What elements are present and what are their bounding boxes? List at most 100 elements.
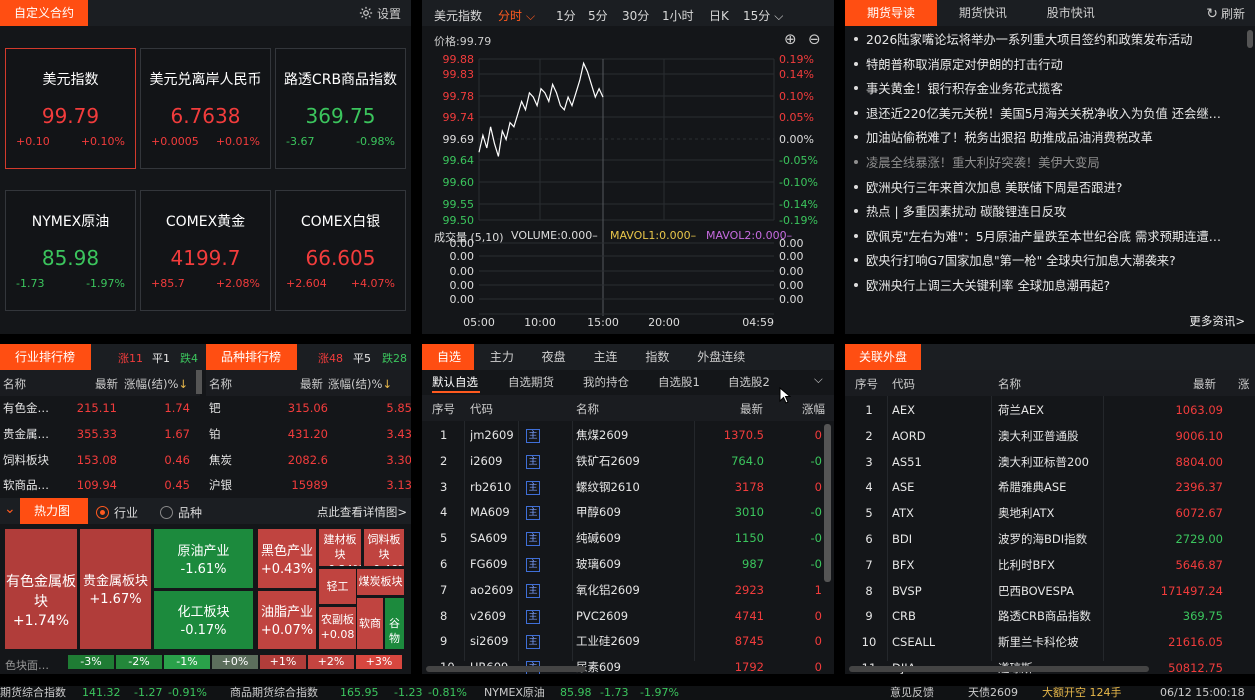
subtab-stock2[interactable]: 自选股2 (728, 374, 770, 390)
tab-5min[interactable]: 5分 (588, 7, 608, 24)
news-item[interactable]: 欧佩克"左右为难"：5月原油产量跌至本世纪谷底 需求预期连遭… (845, 227, 1255, 245)
refresh-button[interactable]: ↻ 刷新 (1206, 5, 1245, 22)
industry-scrollbar[interactable] (196, 370, 202, 394)
col-code[interactable]: 代码 (470, 401, 493, 417)
news-item[interactable]: 特朗普称取消原定对伊朗的打击行动 (845, 55, 1255, 73)
heatmap-block[interactable]: 有色金属板块 +1.74% (5, 529, 77, 649)
tab-futures-flash[interactable]: 期货快讯 (949, 0, 1017, 26)
heatmap-block[interactable]: 黑色产业 +0.43% (258, 529, 316, 588)
main-contract-badge[interactable]: 主 (526, 609, 540, 624)
table-row[interactable]: 3 AS51 澳大利亚标普200 8804.00 (845, 450, 1255, 476)
tab-30min[interactable]: 30分 (622, 7, 649, 24)
news-item[interactable]: 欧央行打响G7国家加息"第一枪" 全球央行加息大潮袭来? (845, 251, 1255, 269)
watchlist-hscroll[interactable] (426, 666, 586, 672)
heatmap-block[interactable]: 油脂产业 +0.07% (258, 591, 316, 649)
heatmap-block[interactable]: 煤炭板块 (357, 569, 404, 595)
table-row[interactable]: 10 CSEALL 斯里兰卡科伦坡 21616.05 (845, 630, 1255, 656)
table-row[interactable]: 沪银 15989 3.13 (206, 473, 411, 499)
table-row[interactable]: 7 ao2609 主 氧化铝2609 2923 1 (422, 578, 822, 604)
heatmap-block[interactable]: 农副板 +0.08 (319, 607, 356, 649)
table-row[interactable]: 6 FG609 主 玻璃609 987 -0 (422, 552, 822, 578)
contract-card[interactable]: 美元指数 99.79 +0.10 +0.10% (5, 48, 136, 169)
chart-symbol[interactable]: 美元指数 (434, 7, 482, 24)
heatmap-block[interactable]: 建材板块+0.24% (319, 529, 361, 566)
custom-contracts-tab[interactable]: 自定义合约 (0, 0, 89, 26)
contract-card[interactable]: 美元兑离岸人民币 6.7638 +0.0005 +0.01% (140, 48, 271, 169)
news-item[interactable]: 热点 | 多重因素扰动 碳酸锂连日反攻 (845, 202, 1255, 220)
table-row[interactable]: 7 BFX 比利时BFX 5646.87 (845, 553, 1255, 579)
radio-variety[interactable]: 品种 (160, 504, 202, 521)
table-row[interactable]: 5 SA609 主 纯碱609 1150 -0 (422, 526, 822, 552)
table-row[interactable]: 6 BDI 波罗的海BDI指数 2729.00 (845, 527, 1255, 553)
heatmap-block[interactable]: 化工板块 -0.17% (154, 591, 253, 649)
industry-col-pct[interactable]: 涨幅(结)%↓ (124, 376, 188, 392)
tab-stock-flash[interactable]: 股市快讯 (1037, 0, 1105, 26)
tab-15min[interactable]: 15分 ⌵ (743, 7, 783, 24)
table-row[interactable]: 4 ASE 希腊雅典ASE 2396.37 (845, 475, 1255, 501)
tab-1min[interactable]: 1分 (556, 7, 576, 24)
tab-daily[interactable]: 日K (709, 7, 729, 24)
table-row[interactable]: 1 jm2609 主 焦煤2609 1370.5 0 (422, 423, 822, 449)
heatmap-block[interactable]: 软商 (357, 598, 383, 649)
subtab-default[interactable]: 默认自选 (432, 374, 478, 390)
settings-button[interactable]: 设置 (359, 5, 401, 22)
variety-col-last[interactable]: 最新 (300, 376, 323, 392)
table-row[interactable]: 软商品… 109.94 0.45 (0, 473, 200, 499)
table-row[interactable]: 8 v2609 主 PVC2609 4741 0 (422, 604, 822, 630)
contract-card[interactable]: NYMEX原油 85.98 -1.73 -1.97% (5, 190, 136, 311)
tab-index[interactable]: 指数 (637, 344, 677, 370)
contract-card[interactable]: 路透CRB商品指数 369.75 -3.67 -0.98% (275, 48, 406, 169)
table-row[interactable]: 8 BVSP 巴西BOVESPA 171497.24 (845, 579, 1255, 605)
news-item[interactable]: 加油站偷税难了！税务出狠招 助推成品油消费税改革 (845, 128, 1255, 146)
contract-card[interactable]: COMEX白银 66.605 +2.604 +4.07% (275, 190, 406, 311)
variety-col-pct[interactable]: 涨幅(结)%↓ (328, 376, 392, 392)
more-news-link[interactable]: 更多资讯> (1189, 313, 1245, 329)
main-contract-badge[interactable]: 主 (526, 558, 540, 572)
main-contract-badge[interactable]: 主 (526, 506, 540, 521)
tab-continuous[interactable]: 主连 (586, 344, 626, 370)
main-contract-badge[interactable]: 主 (526, 532, 540, 547)
status-item[interactable]: 意见反馈 (890, 686, 934, 700)
tab-favorites[interactable]: 自选 (422, 344, 474, 370)
news-item[interactable]: 事关黄金！银行积存金业务花式揽客 (845, 79, 1255, 97)
industry-col-name[interactable]: 名称 (3, 376, 26, 392)
heatmap-block[interactable]: 轻工 (319, 569, 356, 604)
news-scrollbar[interactable] (1247, 30, 1253, 48)
collapse-icon[interactable]: ⌄ (4, 501, 16, 517)
heatmap-tab[interactable]: 热力图 (20, 498, 88, 524)
tab-timeshare[interactable]: 分时 ⌵ (498, 7, 535, 24)
heatmap-block[interactable]: 贵金属板块 +1.67% (80, 529, 151, 649)
main-contract-badge[interactable]: 主 (526, 454, 540, 469)
tab-futures-guide[interactable]: 期货导读 (845, 0, 938, 26)
table-row[interactable]: 1 AEX 荷兰AEX 1063.09 (845, 398, 1255, 424)
variety-rank-tab[interactable]: 品种排行榜 (206, 344, 297, 370)
tab-night[interactable]: 夜盘 (534, 344, 574, 370)
col-no[interactable]: 序号 (432, 401, 455, 417)
news-item[interactable]: 欧洲央行三年来首次加息 美联储下周是否跟进? (845, 178, 1255, 196)
chevron-down-icon[interactable]: ⌵ (814, 372, 823, 387)
subtab-futures[interactable]: 自选期货 (508, 374, 554, 390)
table-row[interactable]: 3 rb2610 主 螺纹钢2610 3178 0 (422, 475, 822, 501)
watchlist-vscroll[interactable] (824, 424, 831, 582)
contract-card[interactable]: COMEX黄金 4199.7 +85.7 +2.08% (140, 190, 271, 311)
news-item[interactable]: 凌晨全线暴涨！重大利好突袭！美伊大变局 (845, 153, 1255, 171)
table-row[interactable]: 2 i2609 主 铁矿石2609 764.0 -0 (422, 449, 822, 475)
radio-industry[interactable]: 行业 (96, 504, 138, 521)
tab-foreign-continuous[interactable]: 外盘连续 (689, 344, 753, 370)
main-contract-badge[interactable]: 主 (526, 429, 540, 443)
tab-1hour[interactable]: 1小时 (662, 7, 694, 24)
col-name[interactable]: 名称 (576, 401, 599, 417)
table-row[interactable]: 焦炭 2082.6 3.30 (206, 448, 411, 474)
foreign-col-chg[interactable]: 涨 (1238, 376, 1250, 392)
table-row[interactable]: 铂 431.20 3.43 (206, 422, 411, 448)
foreign-col-no[interactable]: 序号 (855, 376, 878, 392)
table-row[interactable]: 贵金属… 355.33 1.67 (0, 422, 200, 448)
table-row[interactable]: 5 ATX 奥地利ATX 6072.67 (845, 501, 1255, 527)
news-item[interactable]: 2026陆家嘴论坛将举办一系列重大项目签约和政策发布活动 (845, 30, 1255, 48)
main-contract-badge[interactable]: 主 (526, 635, 540, 650)
table-row[interactable]: 有色金… 215.11 1.74 (0, 396, 200, 422)
foreign-tab[interactable]: 关联外盘 (845, 344, 921, 370)
tab-main[interactable]: 主力 (482, 344, 522, 370)
heatmap-block[interactable]: 谷物 (385, 598, 404, 649)
subtab-positions[interactable]: 我的持仓 (583, 374, 629, 390)
